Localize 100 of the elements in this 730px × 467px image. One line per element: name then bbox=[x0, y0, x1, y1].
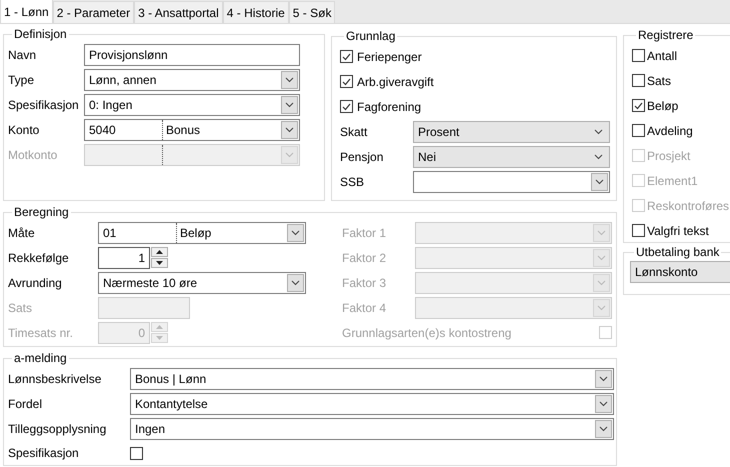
dropdown-button[interactable] bbox=[591, 172, 608, 190]
value-text: Ingen bbox=[134, 420, 166, 438]
chevron-down-icon bbox=[599, 400, 608, 406]
value-text: Bonus bbox=[165, 122, 202, 138]
spin-down-button[interactable] bbox=[151, 258, 168, 268]
combo-box[interactable]: Kontantytelse bbox=[130, 392, 614, 414]
field-label: Sats bbox=[8, 300, 34, 316]
chevron-down-icon bbox=[594, 154, 603, 160]
combo-box[interactable]: 01 Beløp bbox=[98, 222, 306, 244]
tab[interactable]: 3 - Ansattportal bbox=[134, 1, 223, 23]
dropdown-button[interactable] bbox=[595, 394, 612, 412]
checkbox-label: Grunnlagsarten(e)s kontostreng bbox=[342, 324, 512, 342]
field-label: Timesats nr. bbox=[8, 324, 74, 342]
group-title: a-melding bbox=[13, 351, 68, 365]
up-arrow-icon bbox=[156, 325, 163, 329]
value-text: Bonus | Lønn bbox=[134, 370, 208, 388]
field-label: Konto bbox=[8, 122, 40, 138]
combo-box[interactable]: 5040 Bonus bbox=[84, 118, 300, 140]
value-text: Lønn, annen bbox=[88, 72, 158, 88]
checkbox-label: Feriepenger bbox=[357, 48, 422, 66]
checkbox-label: Avdeling bbox=[647, 122, 693, 140]
group-title: Grunnlag bbox=[345, 29, 396, 43]
dropdown-button[interactable] bbox=[287, 274, 304, 292]
field-label: Spesifikasjon bbox=[8, 96, 80, 114]
number-field[interactable]: 1 bbox=[98, 246, 150, 268]
group-title: Definisjon bbox=[13, 27, 68, 41]
value-text: Nei bbox=[418, 148, 436, 166]
dropdown-button[interactable] bbox=[281, 96, 298, 114]
checkbox-label: Beløp bbox=[647, 98, 678, 114]
chevron-down-icon bbox=[597, 254, 606, 260]
group-title: Utbetaling bank bbox=[635, 245, 720, 259]
value-text: Prosent bbox=[418, 124, 460, 140]
field-label: Motkonto bbox=[8, 146, 58, 164]
value-text: Kontantytelse bbox=[134, 396, 209, 412]
checkbox[interactable] bbox=[340, 75, 353, 88]
dropdown-button[interactable] bbox=[595, 420, 612, 438]
checkbox[interactable] bbox=[130, 446, 143, 460]
tab[interactable]: 4 - Historie bbox=[222, 1, 289, 23]
checkbox[interactable] bbox=[632, 49, 645, 62]
chevron-down-icon bbox=[594, 128, 603, 134]
chevron-down-icon bbox=[285, 76, 294, 82]
chevron-down-icon bbox=[599, 376, 608, 382]
value-text: Nærmeste 10 øre bbox=[102, 274, 198, 292]
chevron-down-icon bbox=[597, 304, 606, 310]
field-label: Avrunding bbox=[8, 274, 63, 292]
checkbox-label: Valgfri tekst bbox=[647, 222, 709, 240]
combo-box[interactable] bbox=[413, 170, 610, 192]
combo-box[interactable]: Ingen bbox=[130, 418, 614, 440]
checkbox-label: Arb.giveravgift bbox=[357, 74, 434, 90]
checkbox[interactable] bbox=[632, 74, 645, 87]
chevron-down-icon bbox=[599, 426, 608, 432]
dropdown-button[interactable] bbox=[595, 370, 612, 388]
checkbox[interactable] bbox=[340, 100, 353, 113]
checkbox[interactable] bbox=[632, 99, 645, 112]
field-label: Faktor 1 bbox=[342, 224, 388, 242]
field-label: Faktor 4 bbox=[342, 300, 388, 316]
spin-up-button[interactable] bbox=[151, 247, 168, 257]
tab[interactable]: 5 - Søk bbox=[288, 1, 336, 23]
chevron-down-icon bbox=[597, 230, 606, 236]
code-text: 01 bbox=[99, 222, 177, 242]
checkbox-label: Element1 bbox=[647, 172, 698, 190]
checkbox-label: Reskontroføres bbox=[647, 198, 730, 214]
dropdown[interactable]: Nei bbox=[413, 146, 610, 168]
group-title: Beregning bbox=[13, 205, 70, 219]
group-title: Registrere bbox=[637, 28, 694, 42]
dropdown[interactable]: Lønnskonto bbox=[630, 261, 730, 283]
text-field[interactable]: Provisjonslønn bbox=[84, 44, 300, 66]
dropdown-button[interactable] bbox=[287, 224, 304, 242]
tab[interactable]: 2 - Parameter bbox=[52, 1, 134, 23]
field-label: Type bbox=[8, 72, 36, 88]
checkbox[interactable] bbox=[632, 224, 645, 237]
value-text: 0: Ingen bbox=[88, 96, 134, 114]
field-label: Lønnsbeskrivelse bbox=[8, 370, 102, 388]
field-label: Faktor 3 bbox=[342, 274, 388, 292]
field-label: SSB bbox=[340, 174, 366, 190]
down-arrow-icon bbox=[156, 336, 163, 340]
field-label: Faktor 2 bbox=[342, 250, 388, 266]
chevron-down-icon bbox=[285, 152, 294, 158]
code-text: 5040 bbox=[85, 120, 163, 140]
combo-box[interactable]: Bonus | Lønn bbox=[130, 368, 614, 390]
field-label: Rekkefølge bbox=[8, 250, 70, 266]
checkbox[interactable] bbox=[632, 124, 645, 137]
chevron-down-icon bbox=[597, 280, 606, 286]
field-label: Tilleggsopplysning bbox=[8, 420, 108, 438]
combo-box[interactable]: Nærmeste 10 øre bbox=[98, 272, 306, 294]
checkbox-label: Sats bbox=[647, 72, 672, 90]
chevron-down-icon bbox=[595, 178, 604, 184]
field-label: Navn bbox=[8, 46, 38, 64]
dropdown[interactable]: Prosent bbox=[413, 120, 610, 142]
dropdown-button[interactable] bbox=[281, 70, 298, 88]
field-label: Skatt bbox=[340, 124, 368, 140]
checkbox[interactable] bbox=[340, 50, 353, 63]
chevron-down-icon bbox=[285, 102, 294, 108]
dropdown-button[interactable] bbox=[281, 120, 298, 138]
combo-box[interactable]: Lønn, annen bbox=[84, 68, 300, 90]
tab[interactable]: 1 - Lønn bbox=[0, 0, 53, 23]
combo-box[interactable]: 0: Ingen bbox=[84, 94, 300, 116]
field-label: Pensjon bbox=[340, 148, 384, 166]
down-arrow-icon bbox=[156, 261, 163, 265]
checkbox-label: Antall bbox=[647, 48, 678, 64]
